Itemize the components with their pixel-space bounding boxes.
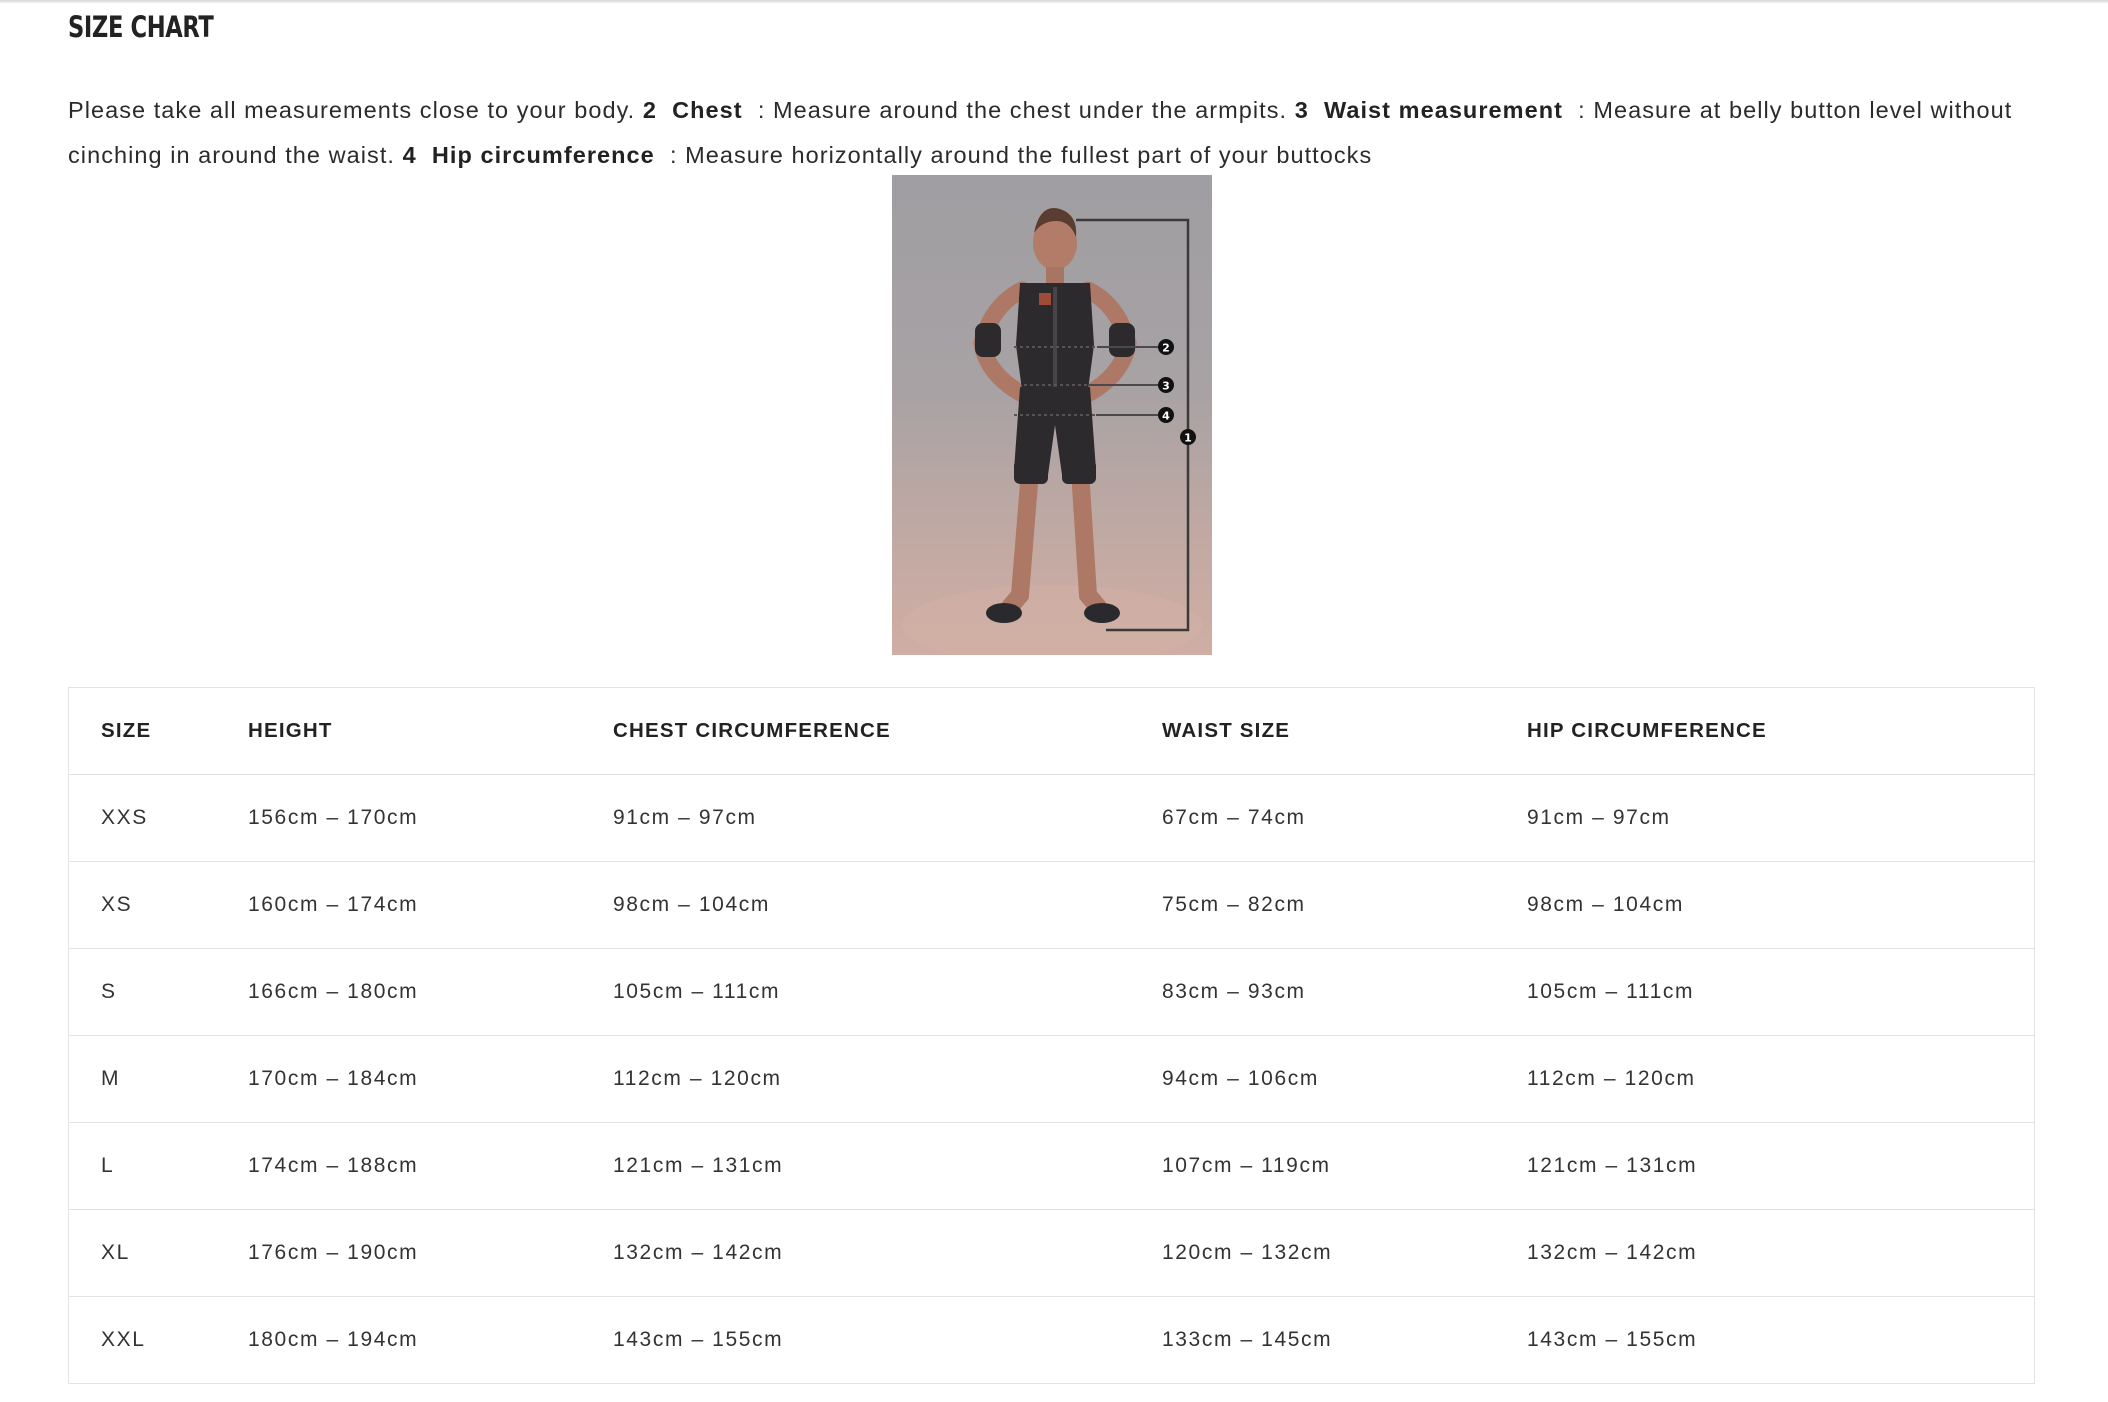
cell-size: XL <box>68 1209 216 1297</box>
cell-hip: 105cm – 111cm <box>1495 948 2035 1036</box>
chest-number: 2 <box>642 97 657 123</box>
header-waist-size: WAIST SIZE <box>1130 687 1495 775</box>
page-title: SIZE CHART <box>68 10 214 44</box>
svg-text:1: 1 <box>1184 432 1192 445</box>
marker-1: 1 <box>1180 429 1196 445</box>
header-chest-circumference: CHEST CIRCUMFERENCE <box>581 687 1130 775</box>
svg-text:2: 2 <box>1162 342 1170 355</box>
waist-label: Waist measurement <box>1324 97 1563 123</box>
waist-number: 3 <box>1294 97 1309 123</box>
header-height: HEIGHT <box>216 687 581 775</box>
svg-text:4: 4 <box>1162 410 1170 423</box>
cell-chest: 121cm – 131cm <box>581 1122 1130 1210</box>
cell-height: 170cm – 184cm <box>216 1035 581 1123</box>
cell-hip: 143cm – 155cm <box>1495 1296 2035 1384</box>
measurement-instructions: Please take all measurements close to yo… <box>68 88 2048 178</box>
cell-waist: 120cm – 132cm <box>1130 1209 1495 1297</box>
cell-waist: 75cm – 82cm <box>1130 861 1495 949</box>
table-row: XS 160cm – 174cm 98cm – 104cm 75cm – 82c… <box>68 861 2035 949</box>
cell-size: XS <box>68 861 216 949</box>
cell-size: S <box>68 948 216 1036</box>
cell-chest: 112cm – 120cm <box>581 1035 1130 1123</box>
cell-chest: 91cm – 97cm <box>581 774 1130 862</box>
cell-height: 180cm – 194cm <box>216 1296 581 1384</box>
cell-hip: 112cm – 120cm <box>1495 1035 2035 1123</box>
cell-height: 174cm – 188cm <box>216 1122 581 1210</box>
model-illustration: 2 3 4 1 <box>902 208 1202 655</box>
header-hip-circumference: HIP CIRCUMFERENCE <box>1495 687 2035 775</box>
table-header-row: SIZE HEIGHT CHEST CIRCUMFERENCE WAIST SI… <box>68 687 2035 775</box>
table-row: XL 176cm – 190cm 132cm – 142cm 120cm – 1… <box>68 1209 2035 1297</box>
cell-waist: 133cm – 145cm <box>1130 1296 1495 1384</box>
cell-waist: 83cm – 93cm <box>1130 948 1495 1036</box>
cell-height: 176cm – 190cm <box>216 1209 581 1297</box>
cell-height: 166cm – 180cm <box>216 948 581 1036</box>
table-row: XXS 156cm – 170cm 91cm – 97cm 67cm – 74c… <box>68 774 2035 862</box>
cell-hip: 132cm – 142cm <box>1495 1209 2035 1297</box>
marker-3: 3 <box>1158 377 1174 393</box>
cell-size: XXL <box>68 1296 216 1384</box>
cell-size: L <box>68 1122 216 1210</box>
cell-hip: 98cm – 104cm <box>1495 861 2035 949</box>
hip-instruction: : Measure horizontally around the fulles… <box>669 142 1373 168</box>
marker-2: 2 <box>1158 339 1174 355</box>
top-border <box>0 0 2108 3</box>
cell-height: 156cm – 170cm <box>216 774 581 862</box>
cell-chest: 143cm – 155cm <box>581 1296 1130 1384</box>
cell-size: M <box>68 1035 216 1123</box>
measurement-figure: 2 3 4 1 <box>892 175 1212 655</box>
cell-chest: 132cm – 142cm <box>581 1209 1130 1297</box>
cell-hip: 121cm – 131cm <box>1495 1122 2035 1210</box>
instructions-lead: Please take all measurements close to yo… <box>68 97 636 123</box>
cell-chest: 105cm – 111cm <box>581 948 1130 1036</box>
size-table: SIZE HEIGHT CHEST CIRCUMFERENCE WAIST SI… <box>68 687 2035 1384</box>
chest-instruction: : Measure around the chest under the arm… <box>757 97 1288 123</box>
cell-height: 160cm – 174cm <box>216 861 581 949</box>
table-row: XXL 180cm – 194cm 143cm – 155cm 133cm – … <box>68 1296 2035 1384</box>
table-row: M 170cm – 184cm 112cm – 120cm 94cm – 106… <box>68 1035 2035 1123</box>
marker-4: 4 <box>1158 407 1174 423</box>
cell-waist: 67cm – 74cm <box>1130 774 1495 862</box>
cell-waist: 94cm – 106cm <box>1130 1035 1495 1123</box>
table-row: L 174cm – 188cm 121cm – 131cm 107cm – 11… <box>68 1122 2035 1210</box>
hip-label: Hip circumference <box>431 142 655 168</box>
table-row: S 166cm – 180cm 105cm – 111cm 83cm – 93c… <box>68 948 2035 1036</box>
chest-label: Chest <box>672 97 743 123</box>
cell-chest: 98cm – 104cm <box>581 861 1130 949</box>
svg-text:3: 3 <box>1162 380 1170 393</box>
header-size: SIZE <box>68 687 216 775</box>
cell-size: XXS <box>68 774 216 862</box>
hip-number: 4 <box>402 142 417 168</box>
cell-hip: 91cm – 97cm <box>1495 774 2035 862</box>
cell-waist: 107cm – 119cm <box>1130 1122 1495 1210</box>
